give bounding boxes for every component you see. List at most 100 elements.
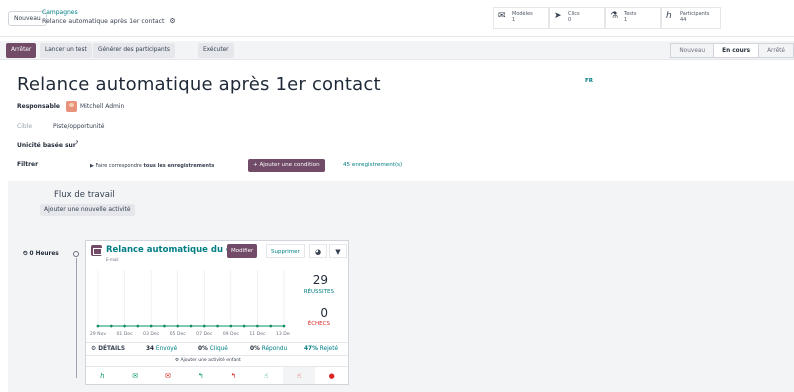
records-count-link[interactable]: 45 enregistrement(s) [343, 162, 402, 168]
page-title[interactable]: Relance automatique après 1er contact [17, 74, 381, 95]
stat-rejected[interactable]: 47% Rejeté [304, 346, 338, 352]
stop-button[interactable]: Arrêter [6, 43, 37, 58]
stat-clicked-label: Cliqué [209, 346, 228, 352]
smart-button-count: 1 [512, 17, 516, 23]
data-point [269, 324, 273, 328]
stat-sent[interactable]: 34 Envoyé [146, 346, 177, 352]
gear-icon[interactable]: ⚙ [169, 17, 175, 25]
delete-activity-button[interactable]: Supprimer [266, 244, 305, 258]
bounce-icon[interactable]: ● [315, 367, 348, 384]
stage-running[interactable]: En cours [713, 43, 760, 58]
execute-button[interactable]: Exécuter [198, 43, 234, 58]
email-icon [91, 245, 102, 256]
success-count: 29 [312, 273, 328, 287]
filter-icon[interactable]: ▼ [329, 244, 347, 258]
filter-scope[interactable]: tous les enregistrements [144, 163, 215, 169]
filter-prefix: Faire correspondre [95, 163, 142, 169]
stat-replied-label: Répondu [261, 346, 288, 352]
data-point [242, 324, 246, 328]
failure-label: ÉCHECS [307, 321, 330, 327]
cursor-icon: ➤ [554, 11, 562, 21]
stage-stopped[interactable]: Arrêté [758, 43, 794, 58]
new-button[interactable]: Nouveau [8, 11, 47, 26]
add-child-activity[interactable]: ⚙ Ajouter une activité enfant [175, 358, 241, 363]
timeline-line [76, 258, 77, 378]
stat-sent-label: Envoyé [155, 346, 178, 352]
tests-smart-button[interactable]: ⚗ Tests 1 [605, 7, 661, 29]
target-field[interactable]: Piste/opportunité [53, 123, 104, 130]
clicks-smart-button[interactable]: ➤ Clics 0 [549, 7, 605, 29]
trigger-delay: ⏲ 0 Heures [23, 251, 59, 257]
participants-smart-button[interactable]: ℎ Participants 44 [661, 7, 721, 29]
x-tick-label: 13 Dec [276, 331, 290, 337]
stat-replied[interactable]: 0% Répondu [250, 346, 287, 352]
x-tick-label: 07 Dec [196, 331, 213, 337]
details-button[interactable]: ⚙ DÉTAILS [91, 346, 125, 352]
smart-button-count: 0 [568, 17, 572, 23]
help-icon[interactable]: ? [76, 140, 78, 145]
data-point [216, 324, 219, 328]
x-tick-label: 09 Dec [223, 331, 240, 337]
mail-closed-icon[interactable]: ✉ [152, 367, 185, 384]
mail-open-icon[interactable]: ✉ [119, 367, 152, 384]
filter-label: Filtrer [17, 161, 39, 168]
filter-toggle[interactable]: ▶ Faire correspondre tous les enregistre… [90, 163, 214, 169]
envelope-icon: ✉ [498, 11, 506, 21]
stat-replied-value: 0% [250, 346, 260, 352]
smart-button-count: 44 [680, 17, 687, 23]
breadcrumb-campaigns-link[interactable]: Campagnes [42, 9, 176, 17]
data-point [123, 324, 126, 328]
thumbs-up-icon[interactable]: ☝ [250, 367, 283, 384]
data-point [96, 324, 100, 328]
child-trigger-icons: ℎ ✉ ✉ ↰ ↰ ☝ ☝ ● [86, 366, 348, 384]
unique-label: Unicité basée sur? [17, 140, 78, 149]
cursor-icon[interactable]: ℎ [86, 367, 119, 384]
add-condition-button[interactable]: + Ajouter une condition [248, 159, 325, 172]
stat-clicked[interactable]: 0% Cliqué [198, 346, 228, 352]
data-point [229, 324, 233, 328]
data-point [202, 324, 206, 328]
thumbs-down-icon[interactable]: ☝ [282, 367, 316, 384]
add-activity-button[interactable]: Ajouter une nouvelle activité [40, 204, 135, 216]
x-tick-label: 05 Dec [170, 331, 187, 337]
activity-title[interactable]: Relance automatique du contact [106, 245, 230, 255]
smart-button-count: 1 [624, 17, 628, 23]
control-panel: Nouveau Campagnes Relance automatique ap… [0, 0, 794, 37]
responsible-label: Responsable [17, 103, 60, 110]
success-label: RÉUSSITES [303, 289, 334, 295]
status-bar: Nouveau En cours Arrêté [670, 43, 794, 58]
language-badge[interactable]: FR [585, 78, 593, 84]
avatar [66, 101, 77, 112]
responsible-field[interactable]: Mitchell Admin [80, 103, 124, 110]
pie-chart-icon[interactable]: ◕ [309, 244, 327, 258]
templates-smart-button[interactable]: ✉ Modèles 1 [493, 7, 549, 29]
edit-activity-button[interactable]: Modifier [227, 244, 258, 258]
failure-count: 0 [320, 306, 328, 320]
breadcrumb-current: Relance automatique après 1er contact [42, 18, 165, 25]
data-point [189, 324, 193, 328]
data-point [149, 324, 153, 328]
smart-buttons: ✉ Modèles 1 ➤ Clics 0 ⚗ Tests 1 ℎ Participa… [493, 7, 721, 29]
activity-graph: 29 Nov 01 Dec 03 Dec 05 Dec 07 Dec 09 Dec 11 D… [90, 270, 290, 337]
data-point [176, 324, 180, 328]
workflow-title: Flux de travail [54, 190, 115, 200]
data-point [256, 324, 259, 328]
x-tick-label: 11 Dec [249, 331, 266, 337]
launch-test-button[interactable]: Lancer un test [40, 43, 92, 58]
data-point [282, 324, 286, 328]
stat-rejected-label: Rejeté [319, 346, 339, 352]
timeline-dot [73, 251, 79, 257]
breadcrumb: Campagnes Relance automatique après 1er … [42, 9, 176, 26]
stat-sent-value: 34 [146, 346, 155, 352]
no-reply-icon[interactable]: ↰ [217, 367, 250, 384]
action-bar: Arrêter Lancer un test Générer des parti… [0, 41, 794, 60]
generate-participants-button[interactable]: Générer des participants [93, 43, 175, 58]
stage-new[interactable]: Nouveau [670, 43, 715, 58]
activity-type: E-mail [106, 257, 119, 262]
stat-clicked-value: 0% [198, 346, 208, 352]
data-point [136, 324, 140, 328]
unique-label-text: Unicité basée sur [17, 142, 76, 149]
reply-icon[interactable]: ↰ [184, 367, 217, 384]
data-point [109, 324, 113, 328]
stat-rejected-value: 47% [304, 346, 318, 352]
